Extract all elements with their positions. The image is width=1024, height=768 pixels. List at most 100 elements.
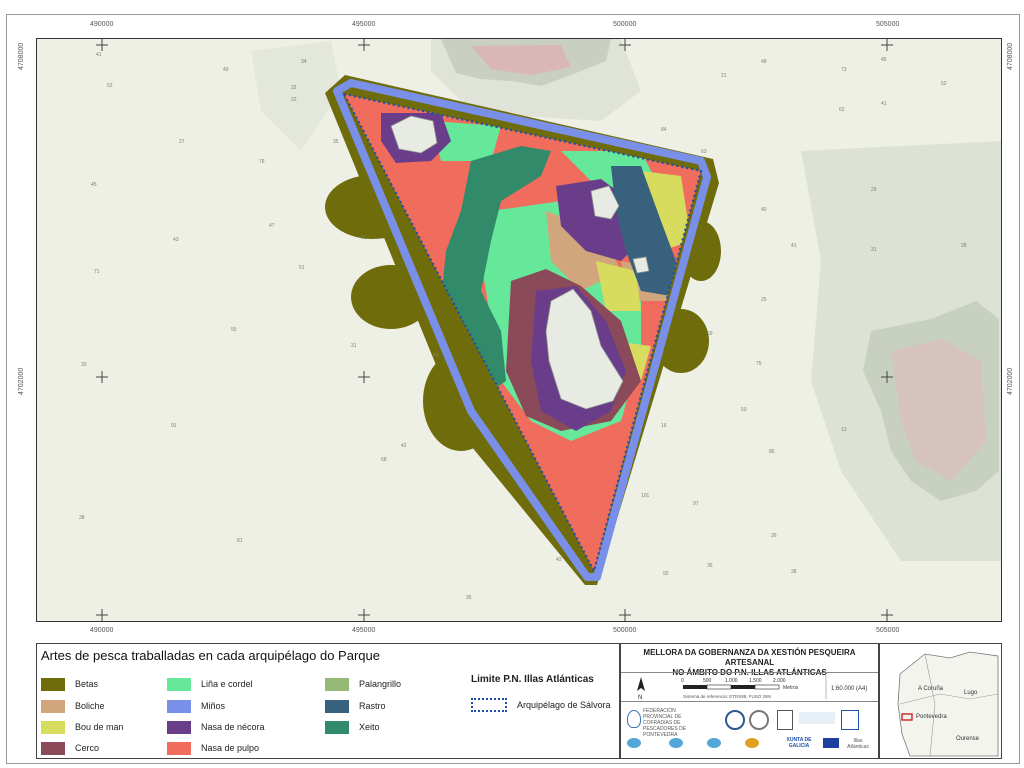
depth-sounding: 31 [871, 247, 877, 253]
north-label: N [638, 695, 642, 701]
legend-label: Liña e cordel [201, 679, 253, 689]
depth-sounding: 101 [641, 493, 650, 499]
inset-svg [880, 644, 1001, 758]
depth-sounding: 41 [791, 243, 797, 249]
legend-swatch [167, 677, 191, 691]
coord-bottom-2: 495000 [352, 627, 376, 634]
depth-sounding: 32 [291, 85, 297, 91]
legend-item-nasa-necora: Nasa de nécora [167, 720, 265, 734]
logo-xunta: XUNTA DE GALICIA [786, 737, 812, 749]
depth-sounding: 97 [693, 501, 699, 507]
depth-sounding: 48 [761, 59, 767, 65]
depth-sounding: 35 [466, 595, 472, 601]
depth-sounding: 63 [701, 149, 707, 155]
legend-swatch [41, 699, 65, 713]
project-title-line1: MELLORA DA GOBERNANZA DA XESTIÓN PESQUEI… [643, 648, 856, 667]
depth-sounding: 41 [881, 101, 887, 107]
title-block: MELLORA DA GOBERNANZA DA XESTIÓN PESQUEI… [620, 643, 879, 759]
scale-row: N 0 500 1.000 1.500 2.000 Metros Sistema… [621, 672, 878, 702]
coord-bottom-3: 500000 [613, 627, 637, 634]
coord-top-1: 490000 [90, 21, 114, 28]
depth-sounding: 28 [961, 243, 967, 249]
scale-tick-4: 2.000 [773, 678, 786, 684]
depth-sounding: 35 [333, 139, 339, 145]
coord-right-2: 4702000 [1007, 367, 1014, 395]
depth-sounding: 55 [231, 327, 237, 333]
coord-top-2: 495000 [352, 21, 376, 28]
legend-item-rastro: Rastro [325, 699, 386, 713]
depth-sounding: 51 [299, 265, 305, 271]
legend-label: Bou de man [75, 722, 124, 732]
legend-label: Palangrillo [359, 679, 402, 689]
shield-logo-icon [627, 710, 641, 728]
inset-label-pontevedra: Pontevedra [916, 714, 947, 720]
partner-logo-icon [799, 712, 835, 724]
scale-tick-1: 500 [703, 678, 712, 684]
sun-logo-icon [745, 738, 759, 748]
map-canvas[interactable]: 41 52 49 34 32 22 35 31 47 76 27 45 71 55 43 51 31 84 42 91… [36, 38, 1002, 622]
wave-logo-icon [627, 738, 641, 748]
depth-sounding: 27 [179, 139, 185, 145]
depth-sounding: 26 [771, 533, 777, 539]
logos-row: FEDERACIÓN PROVINCIAL DE COFRADÍAS DE PE… [621, 702, 878, 756]
depth-sounding: 41 [96, 52, 102, 58]
legend-swatch [325, 720, 349, 734]
depth-sounding: 68 [381, 457, 387, 463]
legend-swatch [41, 720, 65, 734]
scale-tick-3: 1.500 [749, 678, 762, 684]
depth-sounding: 50 [741, 407, 747, 413]
legend-item-lina-cordel: Liña e cordel [167, 677, 253, 691]
map-svg: 41 52 49 34 32 22 35 31 47 76 27 45 71 55 43 51 31 84 42 91… [37, 39, 1001, 621]
depth-sounding: 33 [81, 362, 87, 368]
legend-label: Rastro [359, 701, 386, 711]
legend-item-bou-de-man: Bou de man [41, 720, 124, 734]
depth-sounding: 69 [707, 331, 713, 337]
wave-logo-icon-3 [707, 738, 721, 748]
inset-label-lugo: Lugo [964, 690, 978, 696]
limit-label: Arquipélago de Sálvora [517, 700, 611, 710]
legend-label: Nasa de nécora [201, 722, 265, 732]
depth-sounding: 29 [871, 187, 877, 193]
legend-swatch [167, 741, 191, 755]
depth-sounding: 45 [91, 182, 97, 188]
emblem-logo-icon [725, 710, 745, 730]
depth-sounding: 92 [663, 571, 669, 577]
legend-label: Miños [201, 701, 226, 711]
legend-label: Boliche [75, 701, 105, 711]
depth-sounding: 91 [171, 423, 177, 429]
legend-title: Artes de pesca traballadas en cada arqui… [41, 648, 380, 663]
seal-logo-icon [841, 710, 859, 730]
legend-item-minos: Miños [167, 699, 225, 713]
logo-illas: Illas Atlánticas [847, 738, 869, 750]
legend-item-betas: Betas [41, 677, 98, 691]
anchor-logo-icon [749, 710, 769, 730]
depth-sounding: 25 [761, 297, 767, 303]
legend-swatch [325, 699, 349, 713]
scale-unit: Metros [783, 685, 799, 691]
coord-bottom-4: 505000 [876, 627, 900, 634]
depth-sounding: 52 [941, 81, 947, 87]
depth-sounding: 81 [237, 538, 243, 544]
legend-swatch [325, 677, 349, 691]
depth-sounding: 42 [401, 443, 407, 449]
depth-sounding: 86 [769, 449, 775, 455]
depth-sounding: 71 [94, 269, 100, 275]
coord-left-2: 4702000 [18, 367, 25, 395]
legend-swatch [41, 677, 65, 691]
depth-sounding: 31 [351, 343, 357, 349]
coord-left-1: 4708000 [18, 42, 25, 70]
crest-logo-icon [777, 710, 793, 730]
depth-sounding: 84 [661, 127, 667, 133]
inset-map[interactable]: A Coruña Lugo Pontevedra Ourense [879, 643, 1002, 759]
coord-right-1: 4708000 [1007, 42, 1014, 70]
depth-sounding: 16 [661, 423, 667, 429]
depth-sounding: 49 [223, 67, 229, 73]
depth-sounding: 40 [761, 207, 767, 213]
legend-item-nasa-pulpo: Nasa de pulpo [167, 741, 259, 755]
depth-sounding: 22 [291, 97, 297, 103]
depth-sounding: 47 [269, 223, 275, 229]
scale-bar: 0 500 1.000 1.500 2.000 Metros Sistema d… [681, 678, 799, 699]
limit-item: Arquipélago de Sálvora [471, 698, 611, 712]
legend-label: Betas [75, 679, 99, 689]
legend-item-boliche: Boliche [41, 699, 105, 713]
